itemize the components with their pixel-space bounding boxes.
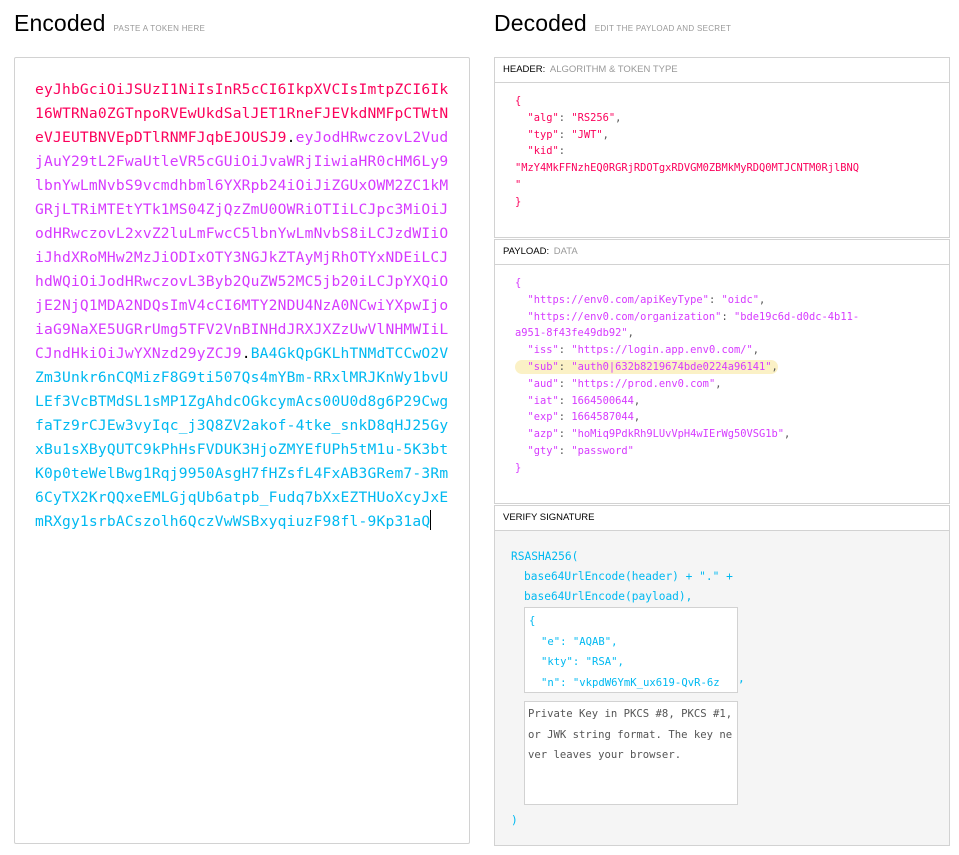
verify-signature-panel: VERIFY SIGNATURE RSASHA256( base64UrlEnc… <box>494 505 950 846</box>
json-key: "iat" <box>527 394 559 407</box>
json-value: "hoMiq9PdkRh9LUvVpH4wIErWg50VSG1b" <box>571 428 785 441</box>
text-caret <box>430 510 432 530</box>
payload-panel-title: PAYLOAD: DATA <box>495 240 949 265</box>
json-row: a951-8f43fe49db92", <box>515 327 634 339</box>
json-row: "exp": 1664587044, <box>527 411 641 424</box>
json-key: "sub" <box>527 360 559 373</box>
header-panel: HEADER: ALGORITHM & TOKEN TYPE { "alg": … <box>494 57 950 238</box>
json-value: "https://login.app.env0.com/" <box>571 344 753 357</box>
pub-key-n: "n": "vkpdW6YmK_ux619-QvR-6z <box>541 676 720 689</box>
json-value-alg: "RS256" <box>571 111 616 124</box>
payload-panel: PAYLOAD: DATA { "https://env0.com/apiKey… <box>494 239 950 504</box>
verify-comma: , <box>738 672 745 685</box>
json-key-kid: "kid" <box>527 145 559 158</box>
json-separator: , <box>633 394 641 407</box>
json-value: 1664587044 <box>571 411 634 424</box>
verify-body: RSASHA256( base64UrlEncode(header) + "."… <box>495 531 949 845</box>
json-separator: , <box>633 411 641 424</box>
header-json-editor[interactable]: { "alg": "RS256", "typ": "JWT", "kid": "… <box>495 83 949 211</box>
json-key: "iss" <box>527 344 559 357</box>
verify-header-line: base64UrlEncode(header) + "." + <box>524 570 733 583</box>
json-separator: , <box>752 344 759 357</box>
verify-close-paren: ) <box>511 814 518 827</box>
token-dot: . <box>286 129 296 146</box>
verify-func-line: RSASHA256( <box>511 550 579 563</box>
json-separator: , <box>715 377 722 390</box>
json-row: "azp": "hoMiq9PdkRh9LUvVpH4wIErWg50VSG1b… <box>527 428 791 441</box>
token-text[interactable]: eyJhbGciOiJSUzI1NiIsInR5cCI6IkpXVCIsImtp… <box>35 78 451 534</box>
json-separator: , <box>627 327 634 340</box>
json-value-kid-end: " <box>515 178 522 191</box>
json-separator: , <box>771 360 778 373</box>
header-label: HEADER: <box>503 64 546 75</box>
json-row: "iss": "https://login.app.env0.com/", <box>527 344 759 357</box>
json-row: "iat": 1664500644, <box>527 394 641 407</box>
encoded-subtitle: PASTE A TOKEN HERE <box>113 24 206 33</box>
public-key-input[interactable]: { "e": "AQAB", "kty": "RSA", "n": "vkpdW6Ym… <box>524 607 738 693</box>
json-row: "gty": "password" <box>527 444 634 457</box>
json-value: "password" <box>571 444 634 457</box>
pub-open-brace: { <box>529 615 536 627</box>
json-key: "gty" <box>527 444 559 457</box>
private-key-input[interactable]: Private Key in PKCS #8, PKCS #1, or JWK … <box>524 701 738 805</box>
verify-payload-line: base64UrlEncode(payload), <box>524 590 693 603</box>
token-signature-part: BA4GkQpGKLhTNMdTCCwO2VZm3Unkr6nCQMizF8G9… <box>35 345 449 530</box>
header-sublabel: ALGORITHM & TOKEN TYPE <box>549 64 678 75</box>
json-row: "aud": "https://prod.env0.com", <box>527 377 722 390</box>
encoded-token-editor[interactable]: eyJhbGciOiJSUzI1NiIsInR5cCI6IkpXVCIsImtp… <box>14 57 470 844</box>
decoded-subtitle: EDIT THE PAYLOAD AND SECRET <box>594 24 732 33</box>
json-close-brace: } <box>515 461 522 474</box>
header-panel-title: HEADER: ALGORITHM & TOKEN TYPE <box>495 58 949 83</box>
json-value: "bde19c6d-d0dc-4b11- <box>733 310 860 323</box>
json-key: "aud" <box>527 377 559 390</box>
json-row: "https://env0.com/apiKeyType": "oidc", <box>527 293 766 306</box>
json-key-alg: "alg" <box>527 111 559 124</box>
json-key: "https://env0.com/organization" <box>527 310 722 323</box>
json-key: "exp" <box>527 411 559 424</box>
json-key: "https://env0.com/apiKeyType" <box>527 293 709 306</box>
json-key: "azp" <box>527 428 559 441</box>
decoded-title: Decoded <box>494 10 587 36</box>
json-value-kid: "MzY4MkFFNzhEQ0RGRjRDOTgxRDVGM0ZBMkMyRDQ… <box>515 162 860 175</box>
json-value: a951-8f43fe49db92" <box>515 327 628 340</box>
json-row: "https://env0.com/organization": "bde19c… <box>527 310 860 323</box>
json-value-typ: "JWT" <box>571 128 603 141</box>
encoded-heading: Encoded PASTE A TOKEN HERE <box>14 10 205 37</box>
json-key-typ: "typ" <box>527 128 559 141</box>
payload-sublabel: DATA <box>553 246 578 257</box>
pub-key-kty: "kty": "RSA", <box>541 656 624 668</box>
token-dot: . <box>241 345 251 362</box>
pub-key-e: "e": "AQAB", <box>541 635 618 648</box>
json-open-brace: { <box>515 95 522 107</box>
encoded-title: Encoded <box>14 10 106 36</box>
json-row: "sub": "auth0|632b8219674bde0224a96141", <box>515 359 778 374</box>
json-separator: , <box>784 428 791 441</box>
json-open-brace: { <box>515 277 522 289</box>
json-value: "auth0|632b8219674bde0224a96141" <box>571 360 772 373</box>
payload-label: PAYLOAD: <box>503 246 550 257</box>
decoded-heading: Decoded EDIT THE PAYLOAD AND SECRET <box>494 10 731 37</box>
json-separator: , <box>759 293 766 306</box>
payload-json-editor[interactable]: { "https://env0.com/apiKeyType": "oidc",… <box>495 265 949 477</box>
json-close-brace: } <box>515 195 522 208</box>
json-value: "oidc" <box>721 293 759 306</box>
verify-panel-title: VERIFY SIGNATURE <box>495 506 949 531</box>
json-value: 1664500644 <box>571 394 634 407</box>
json-value: "https://prod.env0.com" <box>571 377 716 390</box>
token-payload-part: eyJodHRwczovL2VudjAuY29tL2FwaUtleVR5cGUi… <box>35 129 449 362</box>
